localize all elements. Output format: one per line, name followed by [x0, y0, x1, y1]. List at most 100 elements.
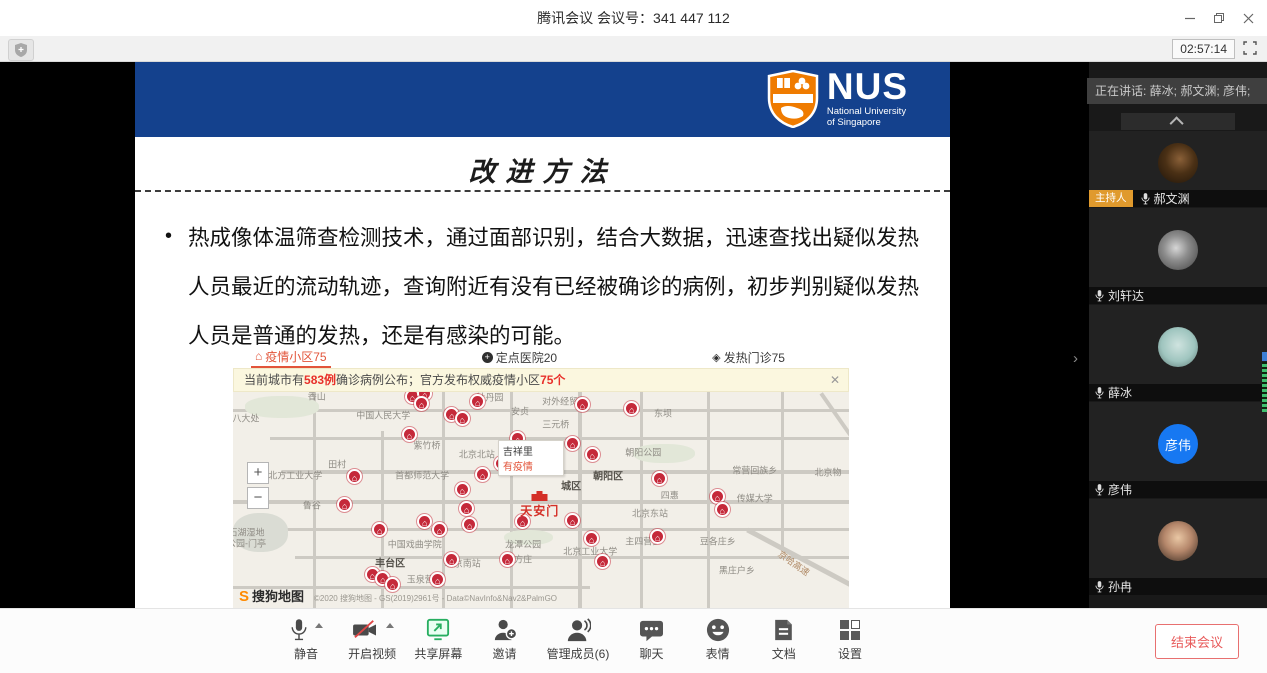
video-options-caret[interactable]: [386, 623, 394, 628]
epidemic-community-marker[interactable]: ⌂: [432, 522, 447, 537]
security-shield-button[interactable]: [8, 39, 34, 61]
map-place-label: 城区: [561, 478, 581, 493]
slide-title: 改进方法: [135, 150, 950, 189]
map-place-label: 传媒大学: [737, 492, 773, 505]
epidemic-community-marker[interactable]: ⌂: [430, 572, 445, 587]
epidemic-map-widget: ⌂ 疫情小区75 + 定点医院20 ◈ 发热门诊75 当前城市有583例确诊病例…: [233, 348, 849, 608]
epidemic-community-marker[interactable]: ⌂: [455, 482, 470, 497]
toolbar-label: 管理成员(6): [547, 645, 610, 662]
emoji-button[interactable]: 表情: [694, 616, 742, 662]
map-place-label: 朝阳公园: [625, 446, 661, 459]
community-tooltip[interactable]: 吉祥里 有疫情: [498, 440, 564, 476]
map-canvas[interactable]: + − 吉祥里 有疫情 天安门 S 搜狗地图 ©2020 搜狗地图 - G: [233, 392, 849, 608]
zoom-in-button[interactable]: +: [247, 462, 269, 484]
tab-designated-hospitals[interactable]: + 定点医院20: [478, 348, 561, 368]
chat-button[interactable]: 聊天: [627, 616, 675, 662]
epidemic-community-marker[interactable]: ⌂: [650, 529, 665, 544]
tab-fever-clinics[interactable]: ◈ 发热门诊75: [708, 348, 789, 368]
participant-tile[interactable]: 主持人 郝文渊: [1089, 131, 1267, 207]
epidemic-community-marker[interactable]: ⌂: [470, 394, 485, 409]
avatar-initials: 彦伟: [1158, 424, 1198, 464]
meeting-toolbar: 静音 开启视频 共享屏幕 邀请: [0, 608, 1267, 673]
participants-sidebar: 正在讲话: 薛冰; 郝文渊; 彦伟; 主持人 郝文渊 刘轩达: [1089, 62, 1267, 608]
tiananmen-landmark: 天安门: [520, 494, 559, 519]
map-zoom-control: + −: [247, 462, 269, 512]
map-place-label: 北京北站: [459, 447, 495, 460]
map-place-label: 北京工业大学: [563, 544, 617, 557]
epidemic-community-marker[interactable]: ⌂: [372, 522, 387, 537]
epidemic-community-marker[interactable]: ⌂: [475, 467, 490, 482]
mic-icon: [1095, 484, 1104, 496]
participant-name: 刘轩达: [1108, 287, 1144, 304]
participant-tile[interactable]: 彦伟 彦伟: [1089, 402, 1267, 498]
notice-text: 确诊病例公布；官方发布权威疫情小区: [336, 373, 540, 387]
notice-close-button[interactable]: ✕: [830, 369, 840, 391]
epidemic-community-marker[interactable]: ⌂: [715, 502, 730, 517]
epidemic-community-marker[interactable]: ⌂: [585, 447, 600, 462]
participant-name: 彦伟: [1108, 481, 1132, 498]
epidemic-community-marker[interactable]: ⌂: [347, 469, 362, 484]
epidemic-community-marker[interactable]: ⌂: [417, 514, 432, 529]
participant-tile[interactable]: 薛冰: [1089, 305, 1267, 401]
start-video-button[interactable]: 开启视频: [348, 616, 396, 662]
toolbar-label: 文档: [772, 645, 796, 662]
tiles-collapse-button[interactable]: [1121, 113, 1235, 130]
mic-icon: [1095, 290, 1104, 302]
tiananmen-icon: [532, 494, 548, 501]
participant-tile[interactable]: 孙冉: [1089, 499, 1267, 595]
epidemic-community-marker[interactable]: ⌂: [595, 554, 610, 569]
invite-button[interactable]: 邀请: [481, 616, 529, 662]
toolbar-label: 开启视频: [348, 645, 396, 662]
map-place-label: 丰台区: [375, 554, 405, 569]
fullscreen-button[interactable]: [1243, 41, 1258, 56]
participant-tile[interactable]: 刘轩达: [1089, 208, 1267, 304]
minimize-button[interactable]: [1175, 0, 1205, 36]
settings-grid-icon: [840, 620, 860, 640]
sidebar-collapse-handle[interactable]: ›: [1073, 350, 1078, 367]
members-icon: [565, 618, 591, 642]
epidemic-community-marker[interactable]: ⌂: [500, 552, 515, 567]
epidemic-community-marker[interactable]: ⌂: [624, 401, 639, 416]
now-speaking-banner: 正在讲话: 薛冰; 郝文渊; 彦伟;: [1087, 78, 1267, 104]
epidemic-community-marker[interactable]: ⌂: [402, 427, 417, 442]
epidemic-community-marker[interactable]: ⌂: [565, 513, 580, 528]
chat-icon: [639, 619, 664, 642]
restore-button[interactable]: [1204, 0, 1234, 36]
map-place-label: 安贞: [511, 405, 529, 418]
smiley-icon: [706, 618, 730, 642]
mic-icon: [1095, 387, 1104, 399]
microphone-icon: [290, 618, 308, 642]
docs-button[interactable]: 文档: [760, 616, 808, 662]
mute-button[interactable]: 静音: [282, 616, 330, 662]
meeting-status-bar: 02:57:14: [0, 36, 1267, 62]
map-place-label: 首都师范大学: [395, 468, 449, 481]
sogou-logo-text: 搜狗地图: [252, 586, 304, 605]
epidemic-community-marker[interactable]: ⌂: [459, 501, 474, 516]
bullet-dot: •: [165, 225, 172, 361]
map-tabs: ⌂ 疫情小区75 + 定点医院20 ◈ 发热门诊75: [233, 348, 849, 368]
close-button[interactable]: [1233, 0, 1263, 36]
end-meeting-button[interactable]: 结束会议: [1155, 624, 1239, 659]
share-screen-button[interactable]: 共享屏幕: [414, 616, 462, 662]
title-bar: 腾讯会议 会议号：341 447 112: [0, 0, 1267, 36]
toolbar-label: 聊天: [639, 645, 663, 662]
slide-header-band: NUS National University of Singapore: [135, 62, 950, 137]
epidemic-community-marker[interactable]: ⌂: [575, 397, 590, 412]
manage-members-button[interactable]: 管理成员(6): [547, 616, 610, 662]
epidemic-community-marker[interactable]: ⌂: [565, 436, 580, 451]
participant-namebar: 薛冰: [1089, 384, 1267, 401]
epidemic-community-marker[interactable]: ⌂: [652, 471, 667, 486]
epidemic-community-marker[interactable]: ⌂: [337, 497, 352, 512]
confirmed-count: 583例: [304, 373, 336, 387]
mic-options-caret[interactable]: [315, 623, 323, 628]
nus-logo: NUS National University of Singapore: [767, 70, 908, 128]
tab-epidemic-communities[interactable]: ⌂ 疫情小区75: [251, 348, 331, 368]
participant-namebar: 孙冉: [1089, 578, 1267, 595]
map-place-label: 北京东站: [632, 506, 668, 519]
map-notice-bar: 当前城市有583例确诊病例公布；官方发布权威疫情小区75个 ✕: [233, 368, 849, 392]
settings-button[interactable]: 设置: [826, 616, 874, 662]
epidemic-community-marker[interactable]: ⌂: [455, 411, 470, 426]
zoom-out-button[interactable]: −: [247, 487, 269, 509]
camera-off-icon: [351, 619, 379, 641]
notice-text: 当前城市有: [244, 373, 304, 387]
